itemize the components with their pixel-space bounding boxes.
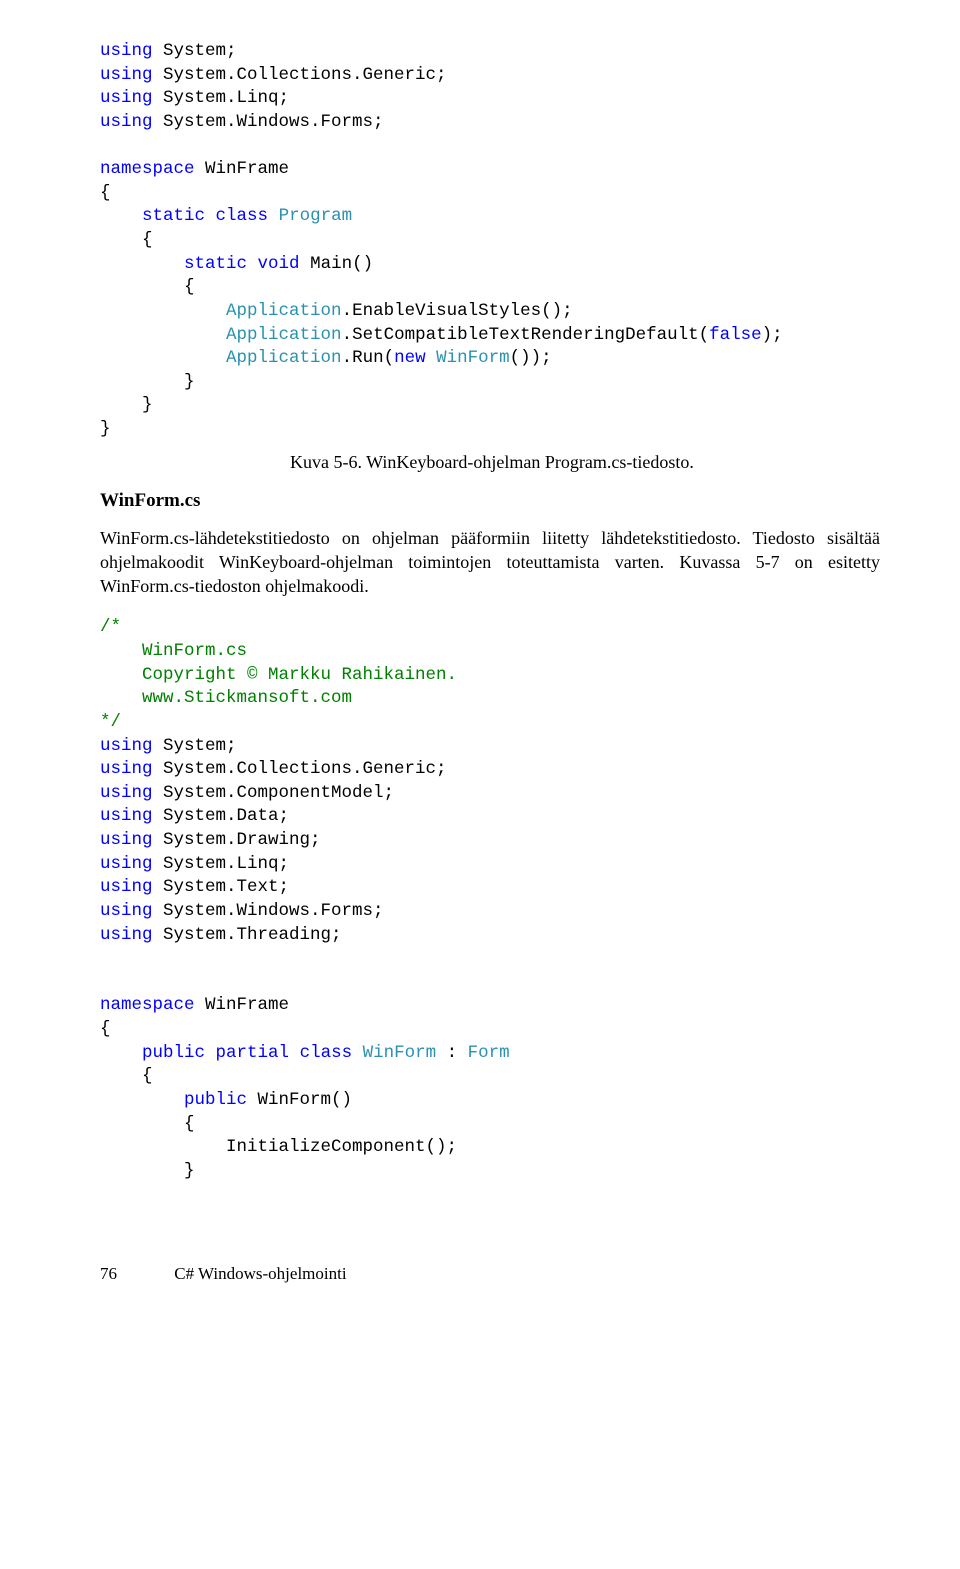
paragraph-description: WinForm.cs-lähdetekstitiedosto on ohjelm… [100,526,880,599]
page-number: 76 [100,1263,170,1286]
code-block-1: using System; using System.Collections.G… [100,40,880,442]
figure-caption-5-6: Kuva 5-6. WinKeyboard-ohjelman Program.c… [100,450,880,474]
footer-title: C# Windows-ohjelmointi [174,1264,346,1283]
code-block-2: /* WinForm.cs Copyright © Markku Rahikai… [100,616,880,1183]
page-footer: 76 C# Windows-ohjelmointi [100,1263,880,1286]
heading-winform-cs: WinForm.cs [100,488,880,514]
